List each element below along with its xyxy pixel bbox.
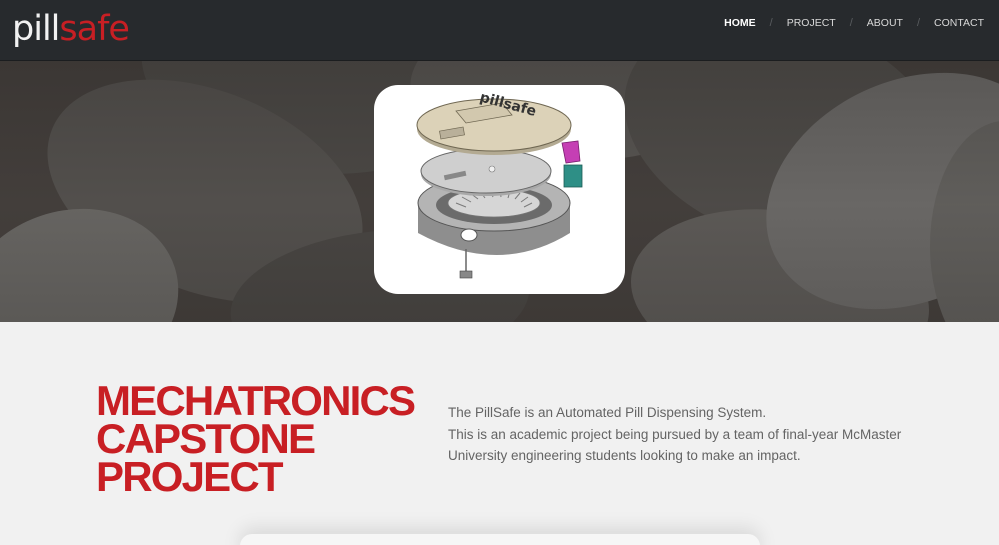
pill-dispenser-exploded-render: pillsafe — [416, 90, 583, 279]
side-module — [563, 164, 583, 188]
description-line: This is an academic project being pursue… — [448, 426, 902, 442]
intro-headline: MECHATRONICS CAPSTONE PROJECT — [96, 380, 416, 500]
headline-line: PROJECT — [96, 453, 284, 500]
description-line: The PillSafe is an Automated Pill Dispen… — [448, 405, 767, 420]
site-logo[interactable]: pillsafe — [12, 6, 130, 52]
product-image-card: pillsafe — [374, 85, 625, 294]
hero-banner: pillsafe — [0, 61, 999, 322]
next-section-card — [240, 534, 760, 545]
nav-contact[interactable]: CONTACT — [934, 17, 984, 29]
nav-home[interactable]: HOME — [724, 17, 756, 29]
side-latch — [561, 140, 581, 164]
logo-text-pill: pill — [12, 9, 60, 49]
screw-head — [459, 270, 473, 279]
nav-separator: / — [916, 17, 921, 29]
nav-about[interactable]: ABOUT — [867, 17, 903, 29]
logo-text-safe: safe — [59, 9, 130, 49]
description-line: University engineering students looking … — [448, 448, 801, 463]
nav-separator: / — [849, 17, 853, 29]
intro-section: MECHATRONICS CAPSTONE PROJECT The PillSa… — [0, 322, 999, 545]
nav-project[interactable]: PROJECT — [787, 17, 836, 29]
base-port — [460, 228, 478, 242]
main-nav: HOME / PROJECT / ABOUT / CONTACT — [724, 16, 984, 30]
nav-separator: / — [769, 17, 773, 29]
intro-description: The PillSafe is an Automated Pill Dispen… — [448, 402, 918, 467]
navbar: pillsafe HOME / PROJECT / ABOUT / CONTAC… — [0, 0, 999, 61]
middle-plate-hole — [488, 165, 496, 173]
middle-plate — [420, 148, 552, 194]
